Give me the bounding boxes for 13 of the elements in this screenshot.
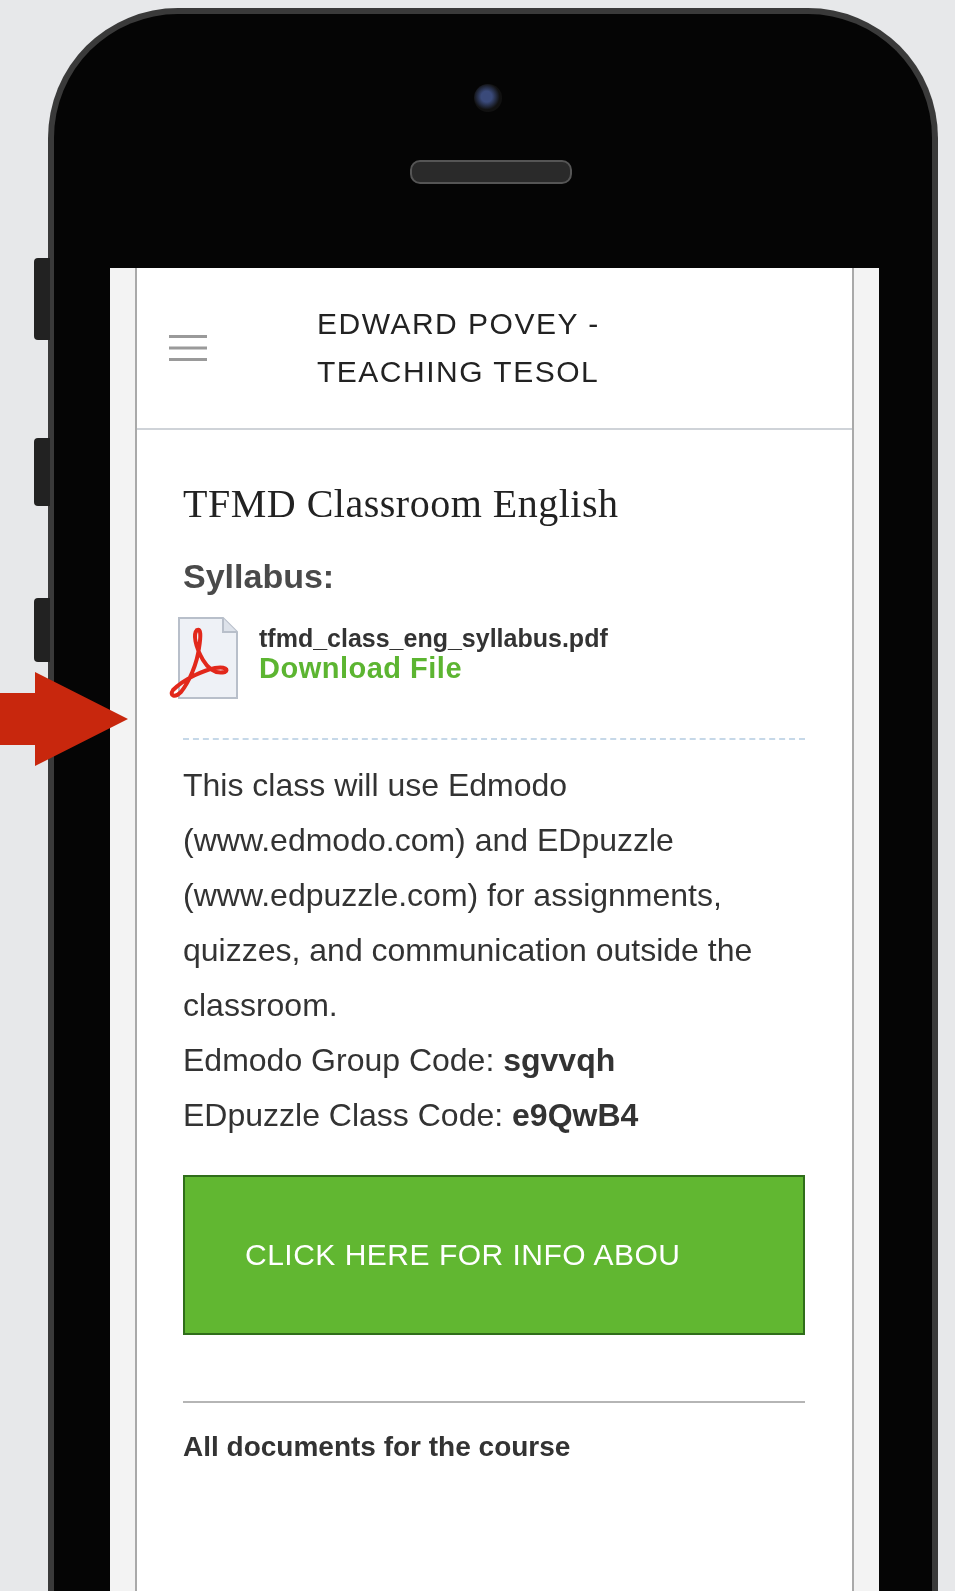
menu-icon[interactable] xyxy=(169,334,207,362)
arrow-icon xyxy=(0,672,128,766)
page-title: TFMD Classroom English xyxy=(183,480,620,527)
phone-camera-icon xyxy=(474,84,502,112)
info-button[interactable]: CLICK HERE FOR INFO ABOU xyxy=(183,1175,805,1335)
documents-text: All documents for the course xyxy=(183,1431,572,1463)
site-title[interactable]: EDWARD POVEY - TEACHING TESOL xyxy=(317,300,697,396)
class-code-text: EDpuzzle Class Code: e9QwB4 xyxy=(183,1096,640,1135)
description-text: This class will use Edmodo (www.edmodo.com) and EDpuzzle (www.edpuzzle.com) for assignments, quizzes, and communication outside the classroom. xyxy=(183,766,754,1025)
section-heading: Syllabus: xyxy=(183,557,336,596)
class-code-text: Edmodo Group Code: sgvvqh xyxy=(183,1041,617,1080)
file-name: tfmd_class_eng_syllabus.pdf xyxy=(259,624,608,652)
download-link[interactable]: Download File xyxy=(259,652,463,684)
